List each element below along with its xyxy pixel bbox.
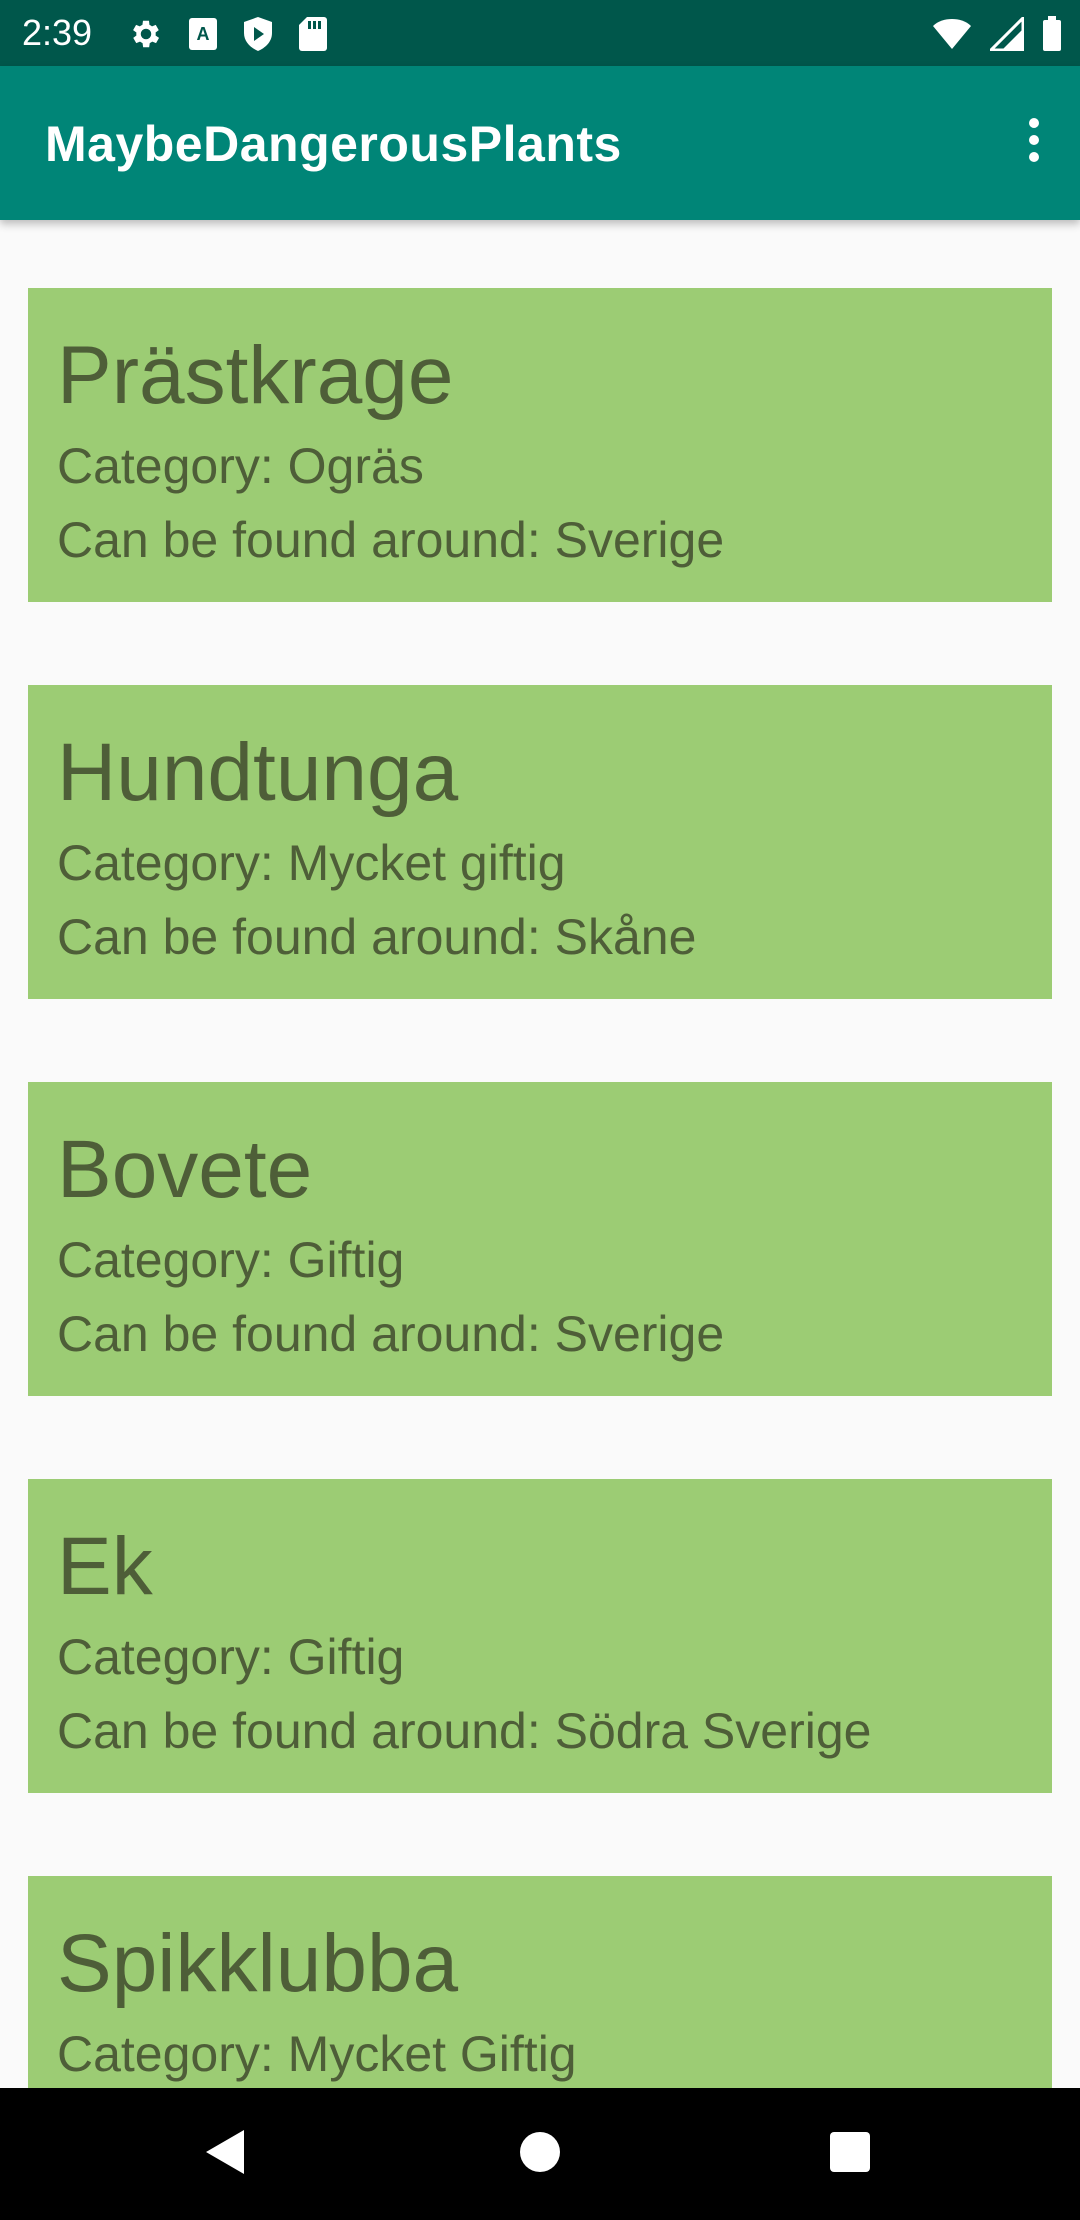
status-notification-icons: A	[128, 14, 328, 54]
plant-name: Hundtunga	[57, 727, 459, 818]
back-triangle-icon	[204, 2128, 248, 2180]
home-button[interactable]	[500, 2114, 580, 2194]
sd-card-icon	[298, 16, 328, 52]
plant-name: Spikklubba	[57, 1918, 459, 2009]
status-system-icons	[932, 14, 1062, 54]
recents-button[interactable]	[810, 2114, 890, 2194]
plant-name: Prästkrage	[57, 330, 454, 421]
plant-region: Can be found around: Skåne	[57, 909, 697, 965]
plant-name: Ek	[57, 1521, 153, 1612]
back-button[interactable]	[186, 2114, 266, 2194]
navigation-bar	[0, 2088, 1080, 2220]
home-circle-icon	[519, 2131, 561, 2177]
wifi-icon	[932, 18, 972, 50]
plant-region: Can be found around: Södra Sverige	[57, 1703, 872, 1759]
status-bar: 2:39 A	[0, 0, 1080, 66]
plant-region: Can be found around: Sverige	[57, 1306, 725, 1362]
plant-category: Category: Mycket giftig	[57, 835, 566, 891]
plant-name: Bovete	[57, 1124, 313, 1215]
plant-list[interactable]: Prästkrage Category: Ogräs Can be found …	[0, 220, 1080, 2088]
plant-card[interactable]: Bovete Category: Giftig Can be found aro…	[28, 1082, 1052, 1396]
plant-card[interactable]: Prästkrage Category: Ogräs Can be found …	[28, 288, 1052, 602]
battery-icon	[1042, 16, 1062, 52]
gear-icon	[128, 16, 164, 52]
font-a-icon: A	[188, 17, 218, 51]
plant-region: Can be found around: Sverige	[57, 512, 725, 568]
plant-category: Category: Giftig	[57, 1629, 405, 1685]
more-vert-icon	[1028, 117, 1040, 167]
app-title: MaybeDangerousPlants	[45, 116, 622, 172]
app-bar: MaybeDangerousPlants	[0, 66, 1080, 220]
plant-card[interactable]: Hundtunga Category: Mycket giftig Can be…	[28, 685, 1052, 999]
plant-category: Category: Giftig	[57, 1232, 405, 1288]
svg-text:A: A	[197, 24, 210, 44]
signal-icon	[990, 17, 1024, 51]
more-options-button[interactable]	[1002, 110, 1066, 174]
plant-card[interactable]: Ek Category: Giftig Can be found around:…	[28, 1479, 1052, 1793]
plant-category: Category: Mycket Giftig	[57, 2026, 577, 2082]
recents-square-icon	[829, 2131, 871, 2177]
play-shield-icon	[242, 16, 274, 52]
plant-card[interactable]: Spikklubba Category: Mycket Giftig	[28, 1876, 1052, 2088]
plant-category: Category: Ogräs	[57, 438, 424, 494]
status-time: 2:39	[22, 12, 93, 53]
